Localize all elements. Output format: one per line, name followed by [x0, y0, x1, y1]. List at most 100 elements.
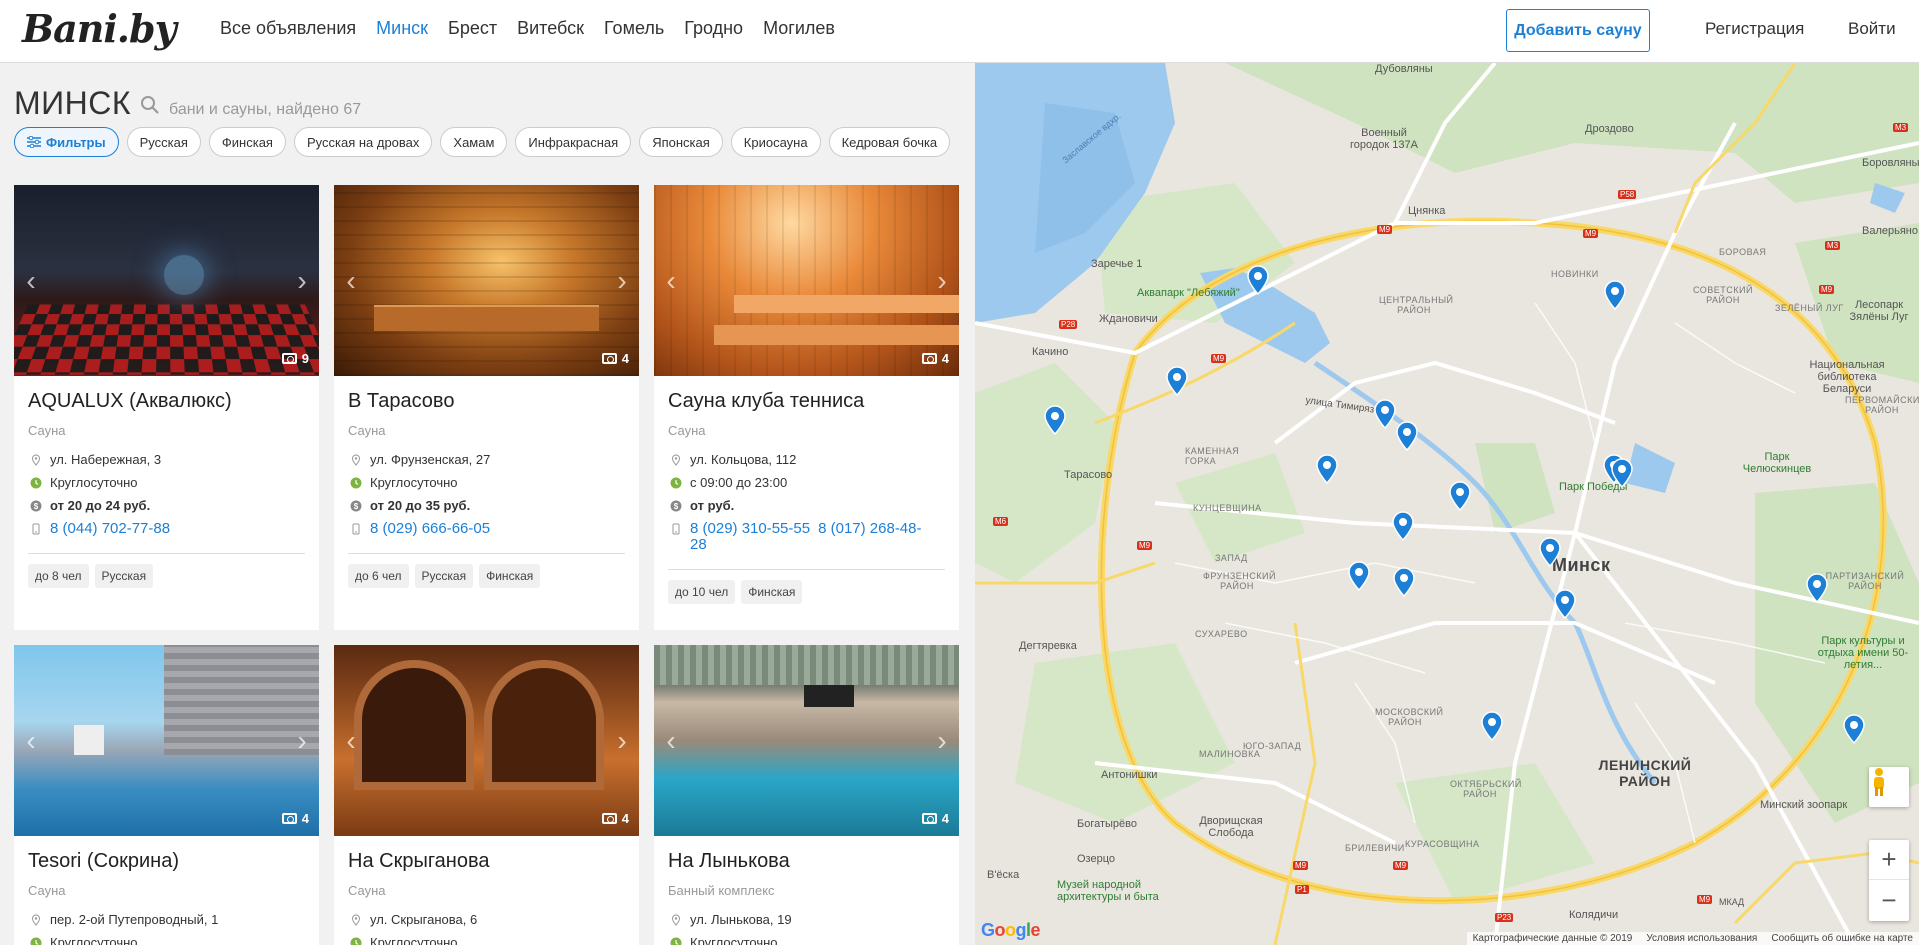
map-pin-icon[interactable] — [1316, 454, 1338, 484]
wall-fixture — [74, 725, 104, 755]
street-view-pegman[interactable] — [1869, 767, 1909, 807]
filters-button[interactable]: Фильтры — [14, 127, 119, 157]
sauna-card[interactable]: ‹ › 9 AQUALUX (Аквалюкс) Сауна ул. Набер… — [14, 185, 319, 630]
chip-cedar-barrel[interactable]: Кедровая бочка — [828, 127, 951, 157]
nav-mogilev[interactable]: Могилев — [763, 18, 835, 39]
map-label: МАЛИНОВКА — [1199, 749, 1261, 759]
chip-japanese[interactable]: Японская — [639, 127, 723, 157]
map-pin-icon[interactable] — [1604, 280, 1626, 310]
chip-hammam[interactable]: Хамам — [440, 127, 508, 157]
zoom-out-button[interactable]: − — [1869, 880, 1909, 920]
sauna-card[interactable]: ‹ › 4 В Тарасово Сауна ул. Фрунзенская, … — [334, 185, 639, 630]
location-pin-icon — [31, 914, 41, 926]
map-pin-icon[interactable] — [1396, 421, 1418, 451]
chip-infrared[interactable]: Инфракрасная — [515, 127, 632, 157]
prev-photo-arrow[interactable]: ‹ — [20, 267, 42, 297]
phone-link[interactable]: 8 (044) 702-77-88 — [50, 520, 170, 537]
map-label: ОКТЯБРЬСКИЙ РАЙОН — [1450, 779, 1522, 799]
next-photo-arrow[interactable]: › — [611, 727, 633, 757]
price: от 20 до 24 руб. — [50, 498, 151, 513]
map-pin-icon[interactable] — [1247, 265, 1269, 295]
map-footer: Картографические данные © 2019 Условия и… — [1466, 932, 1919, 945]
map-pin-icon[interactable] — [1843, 714, 1865, 744]
prev-photo-arrow[interactable]: ‹ — [340, 267, 362, 297]
chip-finnish[interactable]: Финская — [208, 127, 286, 157]
sauna-card[interactable]: ‹ › 4 Сауна клуба тенниса Сауна ул. Коль… — [654, 185, 959, 630]
map-panel[interactable]: Дубовляны Военный городок 137А Дроздово … — [975, 63, 1919, 945]
nav-brest[interactable]: Брест — [448, 18, 497, 39]
card-title[interactable]: Tesori (Сокрина) — [28, 850, 305, 873]
map-pin-icon[interactable] — [1044, 405, 1066, 435]
map-pin-icon[interactable] — [1374, 399, 1396, 429]
map-pin-icon[interactable] — [1481, 711, 1503, 741]
map-pin-icon[interactable] — [1348, 561, 1370, 591]
nav-minsk[interactable]: Минск — [376, 18, 428, 39]
road-shield: M6 — [993, 517, 1009, 526]
next-photo-arrow[interactable]: › — [931, 267, 953, 297]
next-photo-arrow[interactable]: › — [291, 727, 313, 757]
phone-link[interactable]: 8 (029) 666-66-05 — [370, 520, 490, 537]
search-icon[interactable] — [139, 94, 161, 116]
report-error-link[interactable]: Сообщить об ошибке на карте — [1771, 933, 1913, 944]
card-photo[interactable]: ‹ › 4 — [654, 185, 959, 376]
nav-vitebsk[interactable]: Витебск — [517, 18, 584, 39]
map-pin-icon[interactable] — [1449, 481, 1471, 511]
card-type: Сауна — [668, 423, 706, 438]
card-title[interactable]: В Тарасово — [348, 390, 625, 413]
map-pin-icon[interactable] — [1393, 567, 1415, 597]
camera-icon — [921, 353, 937, 364]
nav-all-listings[interactable]: Все объявления — [220, 18, 356, 39]
photo-count-value: 4 — [941, 811, 949, 826]
prev-photo-arrow[interactable]: ‹ — [660, 727, 682, 757]
card-title[interactable]: AQUALUX (Аквалюкс) — [28, 390, 305, 413]
card-body: В Тарасово Сауна ул. Фрунзенская, 27 Кру… — [334, 376, 639, 598]
divider — [668, 569, 945, 570]
card-photo[interactable]: ‹ › 4 — [654, 645, 959, 836]
map-pin-icon[interactable] — [1806, 573, 1828, 603]
phone-link[interactable]: 8 (029) 310-55-55 — [690, 520, 810, 537]
sauna-card[interactable]: ‹ › 4 На Лынькова Банный комплекс ул. Лы… — [654, 645, 959, 945]
google-logo[interactable]: Google — [981, 920, 1041, 941]
prev-photo-arrow[interactable]: ‹ — [340, 727, 362, 757]
road-label: МКАД — [1719, 897, 1745, 907]
bench — [374, 305, 599, 331]
logo[interactable]: Bani.by — [22, 6, 177, 51]
next-photo-arrow[interactable]: › — [611, 267, 633, 297]
chip-russian-wood[interactable]: Русская на дровах — [293, 127, 433, 157]
prev-photo-arrow[interactable]: ‹ — [660, 267, 682, 297]
chip-russian[interactable]: Русская — [126, 127, 201, 157]
map-pin-icon[interactable] — [1554, 589, 1576, 619]
phone-row: 8 (029) 310-55-55 8 (017) 268-48-28 — [668, 521, 945, 553]
card-photo[interactable]: ‹ › 4 — [334, 645, 639, 836]
nav-grodno[interactable]: Гродно — [684, 18, 743, 39]
add-sauna-button[interactable]: Добавить сауну — [1506, 9, 1650, 52]
hours-row: с 09:00 до 23:00 — [668, 475, 945, 491]
login-link[interactable]: Войти — [1848, 19, 1896, 39]
card-title[interactable]: На Лынькова — [668, 850, 945, 873]
listing-panel: МИНСК бани и сауны, найдено 67 Фильтры Р… — [0, 63, 975, 945]
card-photo[interactable]: ‹ › 9 — [14, 185, 319, 376]
map-pin-icon[interactable] — [1539, 537, 1561, 567]
card-photo[interactable]: ‹ › 4 — [14, 645, 319, 836]
map-pin-icon[interactable] — [1392, 511, 1414, 541]
register-link[interactable]: Регистрация — [1705, 19, 1804, 39]
svg-text:$: $ — [34, 502, 39, 511]
map-pin-icon[interactable] — [1611, 458, 1633, 488]
card-photo[interactable]: ‹ › 4 — [334, 185, 639, 376]
next-photo-arrow[interactable]: › — [291, 267, 313, 297]
chip-cryosauna[interactable]: Криосауна — [730, 127, 821, 157]
zoom-in-button[interactable]: + — [1869, 840, 1909, 880]
card-title[interactable]: Сауна клуба тенниса — [668, 390, 945, 413]
card-title[interactable]: На Скрыганова — [348, 850, 625, 873]
prev-photo-arrow[interactable]: ‹ — [20, 727, 42, 757]
photo-count-value: 4 — [301, 811, 309, 826]
camera-icon — [281, 353, 297, 364]
map-pin-icon[interactable] — [1166, 366, 1188, 396]
sauna-card[interactable]: ‹ › 4 Tesori (Сокрина) Сауна пер. 2-ой П… — [14, 645, 319, 945]
sauna-card[interactable]: ‹ › 4 На Скрыганова Сауна ул. Скрыганова… — [334, 645, 639, 945]
next-photo-arrow[interactable]: › — [931, 727, 953, 757]
terms-link[interactable]: Условия использования — [1646, 933, 1757, 944]
nav-gomel[interactable]: Гомель — [604, 18, 664, 39]
photo-count: 4 — [601, 351, 629, 366]
address: ул. Кольцова, 112 — [690, 452, 797, 467]
